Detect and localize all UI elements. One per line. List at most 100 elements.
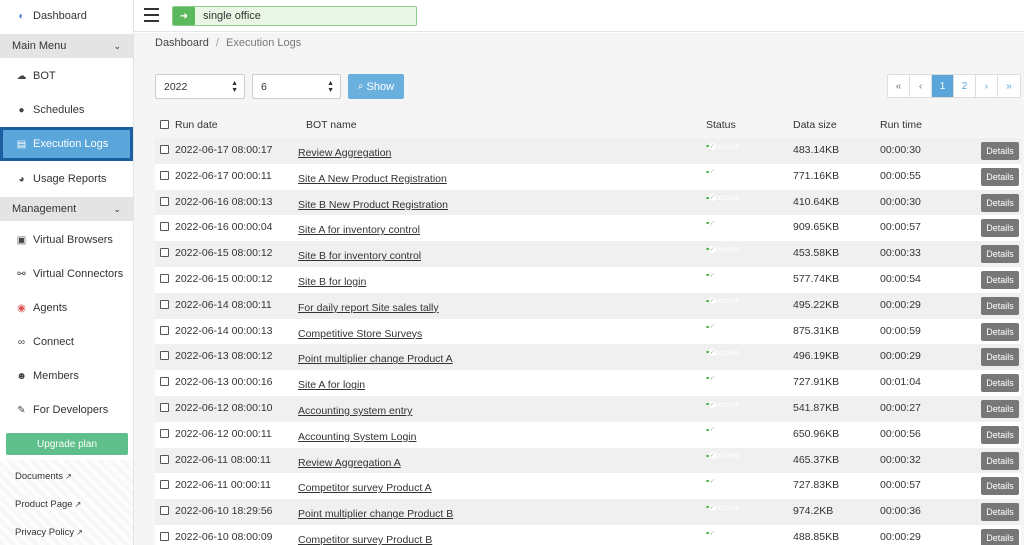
row-checkbox[interactable] xyxy=(160,145,169,154)
row-checkbox[interactable] xyxy=(160,403,169,412)
data-size-cell: 410.64KB xyxy=(793,195,840,208)
header-status[interactable]: Status xyxy=(706,119,736,131)
page-2-button[interactable]: 2 xyxy=(954,75,976,97)
details-button[interactable]: Details xyxy=(981,529,1019,545)
sidebar-item-virtual-browsers[interactable]: ▣ Virtual Browsers xyxy=(0,223,133,257)
bot-name-link[interactable]: Review Aggregation xyxy=(298,147,391,159)
bot-name-link[interactable]: Site A for login xyxy=(298,379,365,391)
row-checkbox[interactable] xyxy=(160,506,169,516)
details-button[interactable]: Details xyxy=(981,425,1019,444)
bot-name-link[interactable]: Point multiplier change Product A xyxy=(298,353,453,365)
office-selector[interactable]: ➜ single office xyxy=(172,6,417,26)
details-button[interactable]: Details xyxy=(981,193,1019,212)
sidebar-item-members[interactable]: ☻ Members xyxy=(0,359,133,393)
details-button[interactable]: Details xyxy=(981,503,1019,522)
row-checkbox[interactable] xyxy=(160,428,169,438)
details-button[interactable]: Details xyxy=(981,348,1019,367)
details-button[interactable]: Details xyxy=(981,142,1019,160)
bot-name-link[interactable]: Accounting system entry xyxy=(298,405,412,417)
first-page-button[interactable]: « xyxy=(888,75,910,97)
status-badge: ✓ Success xyxy=(706,425,739,434)
details-button[interactable]: Details xyxy=(981,245,1019,264)
run-time-cell: 00:00:57 xyxy=(880,221,921,234)
bot-name-link[interactable]: Competitor survey Product B xyxy=(298,534,432,545)
data-size-cell: 495.22KB xyxy=(793,298,840,311)
prev-page-button[interactable]: ‹ xyxy=(910,75,932,97)
sidebar-item-for-developers[interactable]: ✎ For Developers xyxy=(0,393,133,427)
row-checkbox[interactable] xyxy=(160,196,169,206)
sidebar-section-main-menu[interactable]: Main Menu ⌄ xyxy=(0,34,133,58)
details-button[interactable]: Details xyxy=(981,451,1019,470)
sidebar-item-execution-logs[interactable]: ▤ Execution Logs xyxy=(0,127,133,161)
bot-name-link[interactable]: Site A New Product Registration xyxy=(298,173,447,185)
run-time-cell: 00:00:54 xyxy=(880,273,921,285)
bot-name-link[interactable]: Site B for inventory control xyxy=(298,250,421,262)
year-select[interactable]: 2022 ▲ ▼ xyxy=(155,74,245,99)
bot-name-link[interactable]: Site B New Product Registration xyxy=(298,199,448,211)
details-button[interactable]: Details xyxy=(981,322,1019,341)
row-checkbox[interactable] xyxy=(160,480,169,490)
header-run-time[interactable]: Run time xyxy=(880,119,922,131)
run-date-cell: 2022-06-10 18:29:56 xyxy=(175,505,273,518)
row-checkbox[interactable] xyxy=(160,377,169,387)
sidebar-item-agents[interactable]: ◉ Agents xyxy=(0,291,133,325)
details-button[interactable]: Details xyxy=(981,296,1019,315)
details-button[interactable]: Details xyxy=(981,477,1019,496)
upgrade-plan-button[interactable]: Upgrade plan xyxy=(6,433,128,455)
sidebar-item-virtual-connectors[interactable]: ⚯ Virtual Connectors xyxy=(0,257,133,291)
row-checkbox[interactable] xyxy=(160,454,169,464)
product-page-link[interactable]: Product Page ↗ xyxy=(15,499,81,510)
details-button[interactable]: Details xyxy=(981,400,1019,418)
bot-name-link[interactable]: Site A for inventory control xyxy=(298,224,420,236)
data-size-cell: 465.37KB xyxy=(793,453,840,466)
header-data-size[interactable]: Data size xyxy=(793,119,837,131)
row-checkbox[interactable] xyxy=(160,222,169,232)
details-button[interactable]: Details xyxy=(981,374,1019,393)
status-badge: ✓ Success xyxy=(706,167,739,176)
documents-link[interactable]: Documents ↗ xyxy=(15,471,72,482)
sidebar-item-bot[interactable]: ☁ BOT xyxy=(0,59,133,93)
row-checkbox[interactable] xyxy=(160,532,169,541)
month-select[interactable]: 6 ▲ ▼ xyxy=(252,74,341,99)
page-1-button[interactable]: 1 xyxy=(932,75,954,97)
bot-name-link[interactable]: Site B for login xyxy=(298,276,366,288)
details-button[interactable]: Details xyxy=(981,167,1019,186)
bot-name-link[interactable]: For daily report Site sales tally xyxy=(298,302,439,314)
table-row: 2022-06-17 08:00:17 Review Aggregation ✓ Su… xyxy=(155,138,1021,164)
sidebar-item-schedules[interactable]: ● Schedules xyxy=(0,93,133,127)
row-checkbox[interactable] xyxy=(160,325,169,335)
sidebar-item-connect[interactable]: ∞ Connect xyxy=(0,325,133,359)
header-bot-name[interactable]: BOT name xyxy=(306,119,357,131)
row-checkbox[interactable] xyxy=(160,170,169,180)
sidebar-item-usage-reports[interactable]: ◕ Usage Reports xyxy=(0,162,133,196)
status-badge: ✓ Success xyxy=(706,142,739,151)
bot-name-link[interactable]: Point multiplier change Product B xyxy=(298,508,453,520)
bot-name-link[interactable]: Accounting System Login xyxy=(298,431,416,443)
data-size-cell: 496.19KB xyxy=(793,350,840,363)
hamburger-menu-icon[interactable] xyxy=(144,8,159,22)
row-checkbox[interactable] xyxy=(160,274,169,283)
privacy-policy-link[interactable]: Privacy Policy ↗ xyxy=(15,527,83,538)
sidebar-item-dashboard[interactable]: ◐ Dashboard xyxy=(0,0,133,32)
last-page-button[interactable]: » xyxy=(998,75,1020,97)
select-all-checkbox[interactable] xyxy=(160,120,169,129)
next-page-button[interactable]: › xyxy=(976,75,998,97)
show-button[interactable]: ⌕ Show xyxy=(348,74,404,99)
bot-name-link[interactable]: Competitor survey Product A xyxy=(298,482,432,494)
sidebar: ◐ Dashboard Main Menu ⌄ ☁ BOT ● Schedule… xyxy=(0,0,134,545)
row-checkbox[interactable] xyxy=(160,299,169,309)
topbar: ➜ single office xyxy=(134,0,1024,32)
row-checkbox[interactable] xyxy=(160,248,169,258)
details-button[interactable]: Details xyxy=(981,219,1019,238)
header-run-date[interactable]: Run date xyxy=(175,119,218,131)
bot-name-link[interactable]: Competitive Store Surveys xyxy=(298,328,422,340)
table-row: 2022-06-11 00:00:11 Competitor survey Pro… xyxy=(155,473,1021,500)
row-checkbox[interactable] xyxy=(160,351,169,361)
details-button[interactable]: Details xyxy=(981,271,1019,289)
run-time-cell: 00:00:36 xyxy=(880,505,921,518)
breadcrumb-root[interactable]: Dashboard xyxy=(155,37,209,49)
bot-name-link[interactable]: Review Aggregation A xyxy=(298,457,401,469)
sidebar-section-management[interactable]: Management ⌄ xyxy=(0,197,133,221)
run-time-cell: 00:00:30 xyxy=(880,195,921,208)
table-row: 2022-06-16 08:00:13 Site B New Product Re… xyxy=(155,189,1021,216)
